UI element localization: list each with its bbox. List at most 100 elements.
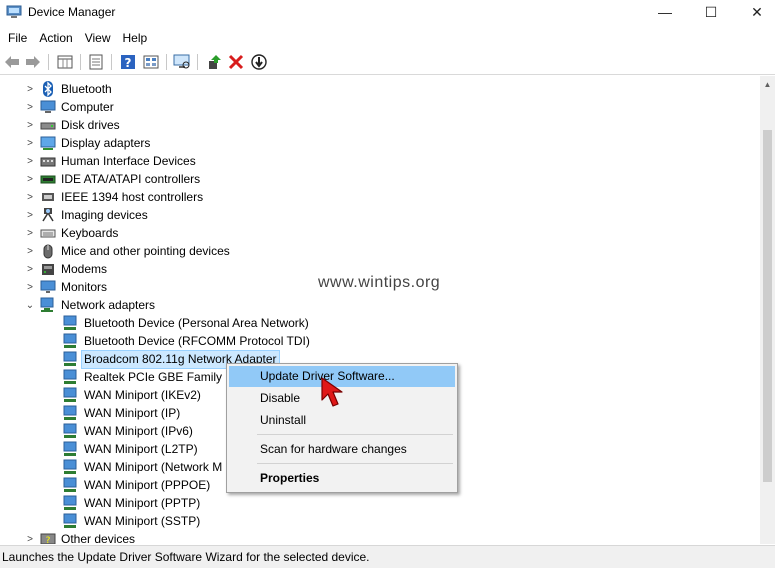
monitor-scan-icon[interactable] [173, 53, 191, 71]
close-button[interactable]: ✕ [734, 0, 775, 24]
uninstall-x-icon[interactable] [227, 53, 245, 71]
tree-item-label: Realtek PCIe GBE Family Co [84, 369, 241, 384]
ide-controller-icon [40, 175, 56, 184]
menu-scan-hardware-changes[interactable]: Scan for hardware changes [229, 439, 455, 460]
tree-item-disk-drives[interactable]: > Disk drives [24, 116, 122, 134]
menu-separator [257, 463, 453, 464]
scroll-up-arrow-icon[interactable]: ▲ [760, 76, 775, 92]
tree-child-item[interactable]: WAN Miniport (PPPOE) [59, 476, 212, 494]
network-card-icon [63, 405, 77, 420]
tree-item-label: WAN Miniport (SSTP) [84, 513, 201, 528]
mouse-icon [43, 244, 53, 259]
forward-arrow-icon[interactable] [24, 53, 42, 71]
computer-list-icon[interactable] [87, 53, 105, 71]
network-card-icon [63, 495, 77, 510]
back-arrow-icon[interactable] [3, 53, 21, 71]
menu-help[interactable]: Help [117, 28, 154, 48]
toolbar-separator [80, 54, 81, 70]
tree-item-ide[interactable]: > IDE ATA/ATAPI controllers [24, 170, 202, 188]
chevron-right-icon[interactable]: > [24, 530, 36, 545]
disk-drive-icon [40, 122, 56, 130]
properties-grid-icon[interactable] [56, 53, 74, 71]
minimize-button[interactable]: — [642, 0, 688, 24]
tree-item-label: Modems [61, 261, 108, 276]
chevron-right-icon[interactable]: > [24, 152, 36, 170]
tree-item-network-adapters[interactable]: ⌄ Network adapters [24, 296, 157, 314]
chevron-right-icon[interactable]: > [24, 224, 36, 242]
chevron-right-icon[interactable]: > [24, 116, 36, 134]
monitor-icon [40, 280, 56, 293]
tree-item-label: WAN Miniport (IP) [84, 405, 181, 420]
tree-child-item[interactable]: Bluetooth Device (RFCOMM Protocol TDI) [59, 332, 312, 350]
maximize-button[interactable]: ☐ [688, 0, 734, 24]
update-driver-icon[interactable] [205, 53, 223, 71]
toolbar-separator [111, 54, 112, 70]
chevron-right-icon[interactable]: > [24, 278, 36, 296]
tree-item-label: Bluetooth Device (RFCOMM Protocol TDI) [84, 333, 310, 348]
tree-item-imaging[interactable]: > Imaging devices [24, 206, 150, 224]
chevron-right-icon[interactable]: > [24, 170, 36, 188]
chevron-down-icon[interactable]: ⌄ [24, 296, 36, 314]
chevron-right-icon[interactable]: > [24, 134, 36, 152]
tree-child-item[interactable]: WAN Miniport (Network M [59, 458, 224, 476]
title-bar: Device Manager — ☐ ✕ [0, 0, 775, 26]
tree-child-item[interactable]: Realtek PCIe GBE Family Co [59, 368, 243, 386]
menu-view[interactable]: View [79, 28, 117, 48]
tree-item-mice[interactable]: > Mice and other pointing devices [24, 242, 232, 260]
ieee1394-icon [42, 193, 54, 201]
tree-child-item[interactable]: WAN Miniport (PPTP) [59, 494, 202, 512]
tree-child-item[interactable]: WAN Miniport (L2TP) [59, 440, 200, 458]
download-icon[interactable] [250, 53, 268, 71]
chevron-right-icon[interactable]: > [24, 80, 36, 98]
menu-bar: File Action View Help [0, 27, 775, 49]
computer-icon [40, 100, 56, 113]
scrollbar-thumb[interactable] [763, 130, 772, 482]
bluetooth-icon [43, 81, 53, 97]
network-card-icon [63, 477, 77, 492]
modem-icon [42, 264, 54, 275]
tree-child-item[interactable]: Bluetooth Device (Personal Area Network) [59, 314, 311, 332]
network-adapter-icon [40, 297, 54, 312]
network-card-icon [63, 315, 77, 330]
tree-item-keyboards[interactable]: > Keyboards [24, 224, 120, 242]
hid-icon [40, 157, 56, 167]
tree-item-modems[interactable]: > Modems [24, 260, 109, 278]
tree-child-item[interactable]: WAN Miniport (IPv6) [59, 422, 195, 440]
tree-item-monitors[interactable]: > Monitors [24, 278, 109, 296]
toolbar: ? [0, 49, 775, 75]
tree-child-item[interactable]: WAN Miniport (IKEv2) [59, 386, 203, 404]
vertical-scrollbar[interactable]: ▲ [760, 76, 775, 544]
details-grid-icon[interactable] [142, 53, 160, 71]
tree-item-bluetooth[interactable]: > Bluetooth [24, 80, 114, 98]
menu-file[interactable]: File [2, 28, 33, 48]
status-bar: Launches the Update Driver Software Wiza… [0, 545, 775, 568]
chevron-right-icon[interactable]: > [24, 206, 36, 224]
chevron-right-icon[interactable]: > [24, 188, 36, 206]
tree-item-hid[interactable]: > Human Interface Devices [24, 152, 198, 170]
tree-item-label: Human Interface Devices [61, 153, 196, 168]
tree-child-item[interactable]: WAN Miniport (IP) [59, 404, 182, 422]
tree-item-ieee1394[interactable]: > IEEE 1394 host controllers [24, 188, 205, 206]
network-card-icon [63, 441, 77, 456]
tree-item-other-devices[interactable]: > ? Other devices [24, 530, 137, 544]
menu-properties[interactable]: Properties [229, 468, 455, 489]
status-text: Launches the Update Driver Software Wiza… [2, 550, 370, 564]
network-card-icon [63, 459, 77, 474]
tree-item-label: WAN Miniport (Network M [84, 459, 223, 474]
chevron-right-icon[interactable]: > [24, 98, 36, 116]
tree-item-label: Bluetooth Device (Personal Area Network) [84, 315, 309, 330]
network-card-icon [63, 369, 77, 384]
help-icon[interactable]: ? [119, 53, 137, 71]
tree-item-label: WAN Miniport (L2TP) [84, 441, 198, 456]
tree-item-display-adapters[interactable]: > Display adapters [24, 134, 152, 152]
menu-uninstall[interactable]: Uninstall [229, 410, 455, 431]
chevron-right-icon[interactable]: > [24, 260, 36, 278]
chevron-right-icon[interactable]: > [24, 242, 36, 260]
tree-item-label: WAN Miniport (IKEv2) [84, 387, 201, 402]
tree-item-computer[interactable]: > Computer [24, 98, 116, 116]
tree-item-label: IEEE 1394 host controllers [61, 189, 204, 204]
svg-text:?: ? [46, 536, 51, 544]
tree-child-item[interactable]: WAN Miniport (SSTP) [59, 512, 202, 530]
network-card-icon [63, 423, 77, 438]
menu-action[interactable]: Action [33, 28, 78, 48]
